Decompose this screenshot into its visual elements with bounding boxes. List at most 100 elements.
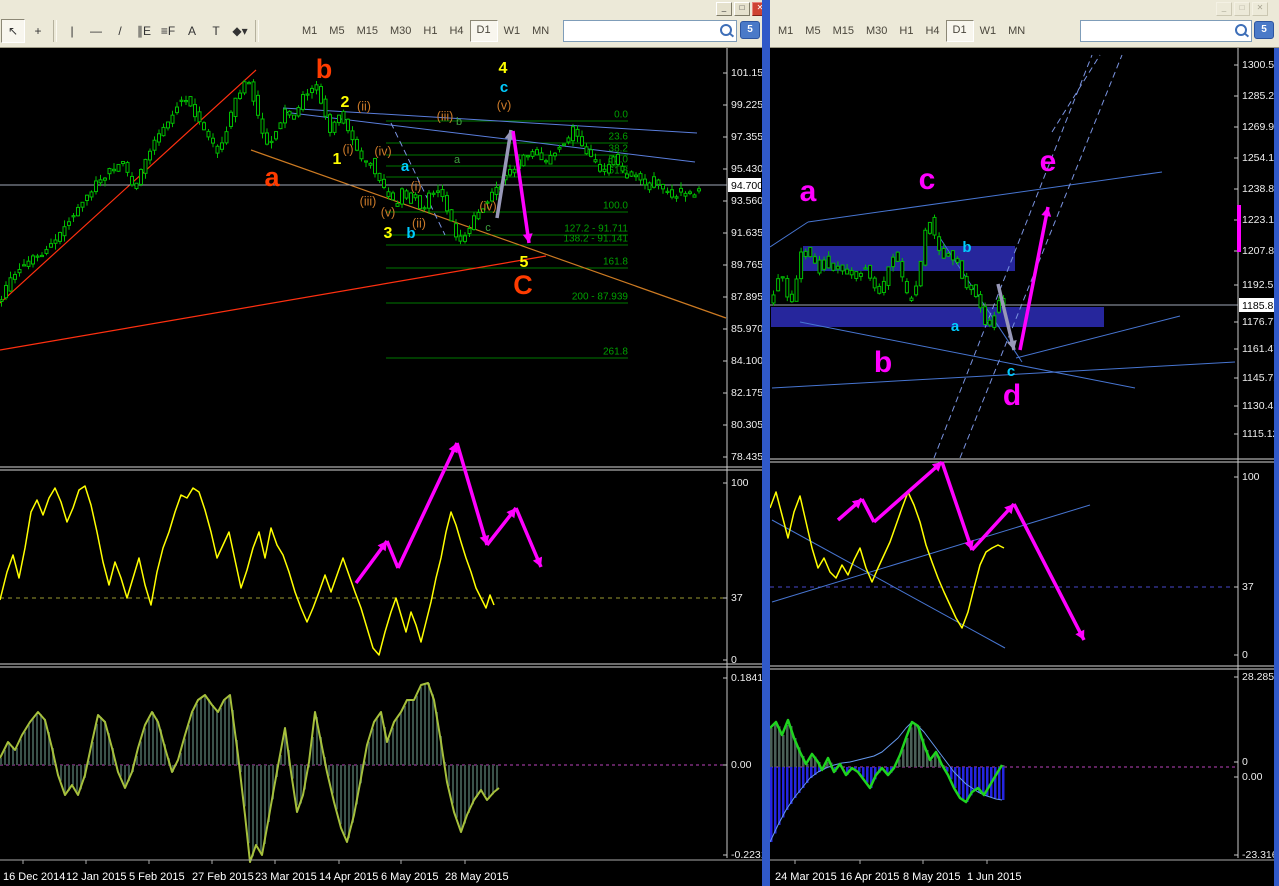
search-input[interactable] <box>564 22 718 40</box>
candle-body <box>771 294 776 304</box>
candle-body <box>580 136 584 147</box>
macd-histogram-bar <box>448 765 450 787</box>
macd-histogram-bar <box>420 687 422 765</box>
candle-body <box>467 228 472 235</box>
candle-body <box>835 265 840 270</box>
timeframe-h1[interactable]: H1 <box>417 21 443 41</box>
fibo-retracement-tool[interactable]: ≡F <box>157 20 179 42</box>
candle-body <box>58 231 62 242</box>
window-divider[interactable] <box>762 0 770 886</box>
search-input[interactable] <box>1081 22 1233 40</box>
timeframe-d1[interactable]: D1 <box>469 20 498 42</box>
macd-histogram-bar <box>248 765 250 844</box>
close-button[interactable]: ✕ <box>1252 2 1268 16</box>
candle-body <box>463 235 467 242</box>
wave-label: d <box>1003 379 1021 412</box>
timeframe-w1[interactable]: W1 <box>974 21 1003 41</box>
notification-badge[interactable]: 5 <box>740 21 760 39</box>
candle-body <box>71 215 76 218</box>
trendline-tool[interactable]: / <box>109 20 131 42</box>
candle-body <box>233 97 238 118</box>
fib-level-label: 0.0 <box>614 110 628 121</box>
text-tool[interactable]: A <box>181 20 203 42</box>
macd-histogram-bar <box>152 712 154 765</box>
candle-body <box>310 87 314 93</box>
indicator-label: -0.22312 <box>731 849 762 861</box>
macd-histogram-bar <box>60 765 62 781</box>
candle-body <box>130 175 134 186</box>
timeframe-m30[interactable]: M30 <box>860 21 893 41</box>
wave-label: a <box>951 318 960 335</box>
chart-left[interactable]: 0.023.638.250.061.8100.0127.2 - 91.71113… <box>0 48 762 886</box>
macd-histogram-bar <box>404 706 406 765</box>
candle-body <box>454 223 458 238</box>
drawing-tools: ↖ + | — / ∥E ≡F A T ◆▾ <box>0 16 262 46</box>
candle-body <box>472 215 476 231</box>
fib-level-label: 23.6 <box>609 132 629 143</box>
crosshair-tool[interactable]: + <box>27 20 49 42</box>
candle-body <box>224 131 229 144</box>
candle-body <box>526 155 530 158</box>
timeframe-mn[interactable]: MN <box>526 21 555 41</box>
candle-body <box>103 177 107 181</box>
timeframe-h1[interactable]: H1 <box>893 21 919 41</box>
macd-histogram-bar <box>412 700 414 765</box>
wave-label: (i) <box>342 142 353 156</box>
macd-histogram-bar <box>0 758 2 765</box>
candle-body <box>996 300 1001 313</box>
candle-body <box>620 165 625 172</box>
timeframe-w1[interactable]: W1 <box>498 21 527 41</box>
minimize-button[interactable]: _ <box>1216 2 1232 16</box>
notification-badge[interactable]: 5 <box>1254 21 1274 39</box>
vertical-line-tool[interactable]: | <box>61 20 83 42</box>
osma-bar-up <box>782 735 785 767</box>
timeframe-h4[interactable]: H4 <box>919 21 945 41</box>
candle-body <box>283 108 287 124</box>
timeframe-m1[interactable]: M1 <box>296 21 323 41</box>
minimize-button[interactable]: _ <box>716 2 732 16</box>
search-icon[interactable] <box>720 24 732 36</box>
timeframe-m30[interactable]: M30 <box>384 21 417 41</box>
restore-button[interactable]: □ <box>1234 2 1250 16</box>
candle-body <box>785 278 790 298</box>
restore-button[interactable]: □ <box>734 2 750 16</box>
pointer-tool[interactable]: ↖ <box>1 19 25 43</box>
candle-body <box>386 191 391 198</box>
text-label-tool[interactable]: T <box>205 20 227 42</box>
timeframe-m5[interactable]: M5 <box>799 21 826 41</box>
fibo-channel-tool[interactable]: ∥E <box>133 20 155 42</box>
osma-bar-down <box>774 767 777 834</box>
chart-right[interactable]: a cebdbac1300.521285.221269.921254.171238… <box>770 48 1279 886</box>
macd-histogram-bar <box>144 728 146 765</box>
timeframe-m5[interactable]: M5 <box>323 21 350 41</box>
price-label: 80.305 <box>731 419 762 431</box>
arrows-tool[interactable]: ◆▾ <box>229 20 251 42</box>
timeframe-h4[interactable]: H4 <box>443 21 469 41</box>
candle-body <box>121 160 125 165</box>
candle-body <box>247 82 251 85</box>
candle-body <box>553 152 557 157</box>
candle-body <box>256 94 260 116</box>
candle-body <box>923 229 928 266</box>
wave-label: (iii) <box>437 109 454 123</box>
horizontal-line-tool[interactable]: — <box>85 20 107 42</box>
timeframe-mn[interactable]: MN <box>1002 21 1031 41</box>
timeframe-d1[interactable]: D1 <box>945 20 974 42</box>
search-icon[interactable] <box>1235 24 1247 36</box>
candle-body <box>112 168 116 172</box>
macd-histogram-bar <box>140 741 142 765</box>
macd-histogram-bar <box>368 741 370 765</box>
wave-label: (v) <box>497 98 512 112</box>
candle-body <box>400 188 404 205</box>
candle-body <box>62 226 67 237</box>
osma-bar-down <box>954 767 957 788</box>
candle-body <box>296 107 301 117</box>
candle-body <box>571 126 575 142</box>
fib-level-label: 261.8 <box>603 347 628 358</box>
search-box-left <box>563 20 737 42</box>
indicator-label: 37 <box>1242 581 1254 593</box>
timeframe-m1[interactable]: M1 <box>772 21 799 41</box>
timeframe-m15[interactable]: M15 <box>351 21 384 41</box>
indicator-label: 28.285 <box>1242 671 1274 683</box>
timeframe-m15[interactable]: M15 <box>827 21 860 41</box>
